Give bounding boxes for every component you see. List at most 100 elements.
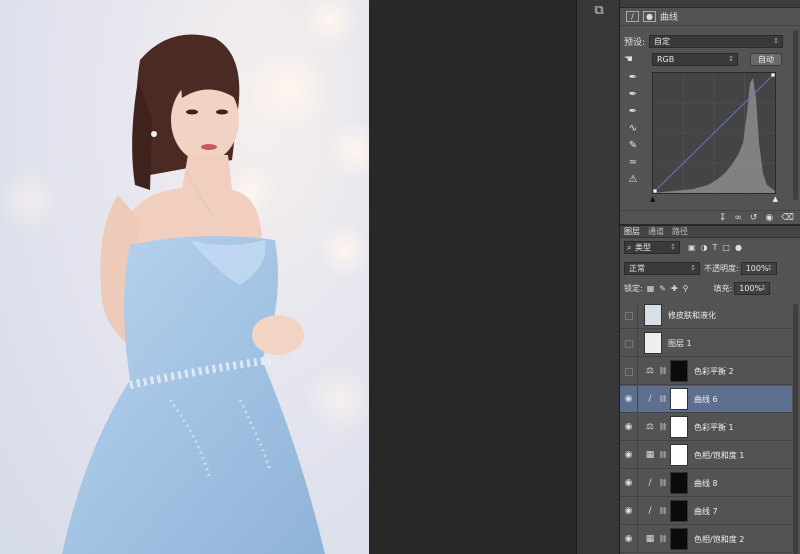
eye-icon[interactable]: ◉	[620, 525, 638, 553]
lock-row: 锁定: ▦✎✚⚲ 填充: 100%	[624, 282, 771, 295]
layer-name: 修皮肤和液化	[668, 310, 716, 320]
layer-name: 曲线 7	[694, 506, 718, 516]
link-icon[interactable]: ⛓	[658, 367, 668, 375]
eye-icon[interactable]: ◉	[620, 497, 638, 525]
layer-row[interactable]: ◉ ⚖ ⛓ 色彩平衡 1	[620, 413, 792, 441]
preset-label: 预设:	[624, 38, 646, 48]
panel-title: 曲线	[660, 13, 679, 23]
eye-icon[interactable]: ◉	[620, 413, 638, 441]
layer-row[interactable]: ◉ ∕ ⛓ 曲线 6	[620, 385, 792, 413]
delete-icon[interactable]: ⌫	[781, 213, 794, 223]
eye-icon[interactable]: ◉	[620, 469, 638, 497]
lock-label: 锁定:	[624, 284, 643, 293]
eye-icon[interactable]	[620, 357, 638, 385]
balance-adjustment-icon: ⚖	[645, 422, 655, 432]
panel-dock: ⧉	[576, 0, 620, 554]
canvas-photo[interactable]	[0, 0, 369, 554]
layer-mask-thumbnail[interactable]	[670, 472, 688, 494]
properties-tabbar[interactable]	[620, 0, 800, 8]
clipping-warning-icon[interactable]: ⚠	[624, 174, 642, 191]
portrait-image	[0, 0, 369, 554]
eye-icon[interactable]: ◉	[620, 441, 638, 469]
view-previous-icon[interactable]: ∞	[734, 213, 742, 223]
curves-graph[interactable]	[652, 72, 776, 194]
blend-row: 正常 不透明度: 100%	[624, 262, 777, 275]
opacity-input[interactable]: 100%	[740, 262, 777, 275]
visibility-icon[interactable]: ◉	[765, 213, 773, 223]
balance-adjustment-icon: ⚖	[645, 366, 655, 376]
fill-input[interactable]: 100%	[734, 282, 771, 295]
blend-mode-select[interactable]: 正常	[624, 262, 700, 275]
layers-tabs: 图层 通道 路径	[620, 226, 800, 238]
filter-type-icons[interactable]: ▣◑T□●	[688, 243, 747, 252]
input-sliders[interactable]: ▲ ▲	[650, 195, 778, 203]
curve-adjustment-icon: ∕	[648, 394, 652, 404]
clip-to-layer-icon[interactable]: ↧	[719, 213, 727, 223]
link-icon[interactable]: ⛓	[658, 507, 668, 515]
hue-adjustment-icon: ▦	[645, 450, 655, 460]
target-adjust-icon[interactable]: ☚	[624, 54, 646, 65]
filter-row: ⌕ 类型 ▣◑T□●	[624, 241, 747, 254]
photoshop-window: ⧉ ∕ ● 曲线 预设: 自定 ☚ RGB 自动 ✒ ✒ ✒ ∿ ✎ ≃ ⚠	[0, 0, 800, 554]
white-eyedropper-icon[interactable]: ✒	[624, 106, 642, 123]
history-icon[interactable]: ⧉	[589, 2, 609, 20]
properties-header: ∕ ● 曲线	[620, 8, 800, 26]
tab-channels[interactable]: 通道	[648, 226, 664, 237]
curve-adjustment-icon: ∕	[648, 478, 652, 488]
properties-scrollbar[interactable]	[793, 30, 798, 200]
layer-filter-select[interactable]: ⌕ 类型	[624, 241, 680, 254]
layer-mask-thumbnail[interactable]	[670, 360, 688, 382]
layer-row[interactable]: ◉ ∕ ⛓ 曲线 7	[620, 497, 792, 525]
eye-icon[interactable]	[620, 329, 638, 357]
layer-name: 曲线 8	[694, 478, 718, 488]
auto-button[interactable]: 自动	[750, 53, 782, 66]
opacity-label: 不透明度:	[704, 264, 739, 273]
curve-adjustment-icon: ∕	[648, 506, 652, 516]
pencil-icon[interactable]: ✎	[624, 140, 642, 157]
properties-panel: ∕ ● 曲线 预设: 自定 ☚ RGB 自动 ✒ ✒ ✒ ∿ ✎ ≃ ⚠	[620, 0, 800, 224]
layers-scrollbar[interactable]	[793, 304, 798, 554]
channel-select[interactable]: RGB	[652, 53, 738, 66]
link-icon[interactable]: ⛓	[658, 451, 668, 459]
link-icon[interactable]: ⛓	[658, 395, 668, 403]
layer-name: 图层 1	[668, 338, 692, 348]
link-icon[interactable]: ⛓	[658, 479, 668, 487]
layer-name: 色相/饱和度 2	[694, 534, 745, 544]
layer-mask-thumbnail[interactable]	[670, 444, 688, 466]
eye-icon[interactable]	[620, 301, 638, 329]
tab-paths[interactable]: 路径	[672, 226, 688, 237]
curve-point-icon[interactable]: ∿	[624, 123, 642, 140]
layer-mask-thumbnail[interactable]	[670, 388, 688, 410]
layer-filter-value: 类型	[635, 243, 651, 252]
link-icon[interactable]: ⛓	[658, 423, 668, 431]
channel-row: ☚ RGB 自动	[624, 53, 782, 66]
gray-eyedropper-icon[interactable]: ✒	[624, 89, 642, 106]
layer-name: 色相/饱和度 1	[694, 450, 745, 460]
tab-layers[interactable]: 图层	[624, 226, 640, 237]
layer-row[interactable]: ◉ ▦ ⛓ 色相/饱和度 2	[620, 525, 792, 553]
layer-name: 色彩平衡 2	[694, 366, 734, 376]
layer-row[interactable]: ◉ ∕ ⛓ 曲线 8	[620, 469, 792, 497]
layer-row[interactable]: 图层 1	[620, 329, 792, 357]
mask-icon[interactable]: ●	[643, 11, 656, 22]
layer-mask-thumbnail[interactable]	[670, 500, 688, 522]
layers-panel: 图层 通道 路径 ⌕ 类型 ▣◑T□● 正常 不透明度: 100% 锁定: ▦✎…	[620, 226, 800, 554]
eye-icon[interactable]: ◉	[620, 385, 638, 413]
layer-mask-thumbnail[interactable]	[670, 416, 688, 438]
layer-mask-thumbnail[interactable]	[670, 528, 688, 550]
lock-icons[interactable]: ▦✎✚⚲	[647, 284, 694, 293]
preset-select[interactable]: 自定	[649, 35, 784, 48]
curve-tools: ✒ ✒ ✒ ∿ ✎ ≃ ⚠	[624, 72, 642, 191]
layer-row[interactable]: 修皮肤和液化	[620, 301, 792, 329]
layer-row[interactable]: ⚖ ⛓ 色彩平衡 2	[620, 357, 792, 385]
layer-row[interactable]: ◉ ▦ ⛓ 色相/饱和度 1	[620, 441, 792, 469]
smooth-icon[interactable]: ≃	[624, 157, 642, 174]
layer-thumbnail	[644, 304, 662, 326]
hue-adjustment-icon: ▦	[645, 534, 655, 544]
black-eyedropper-icon[interactable]: ✒	[624, 72, 642, 89]
search-icon: ⌕	[627, 243, 632, 252]
curves-adjustment-icon: ∕	[626, 11, 639, 22]
reset-icon[interactable]: ↺	[750, 213, 758, 223]
link-icon[interactable]: ⛓	[658, 535, 668, 543]
properties-footer: ↧ ∞ ↺ ◉ ⌫	[620, 210, 800, 224]
